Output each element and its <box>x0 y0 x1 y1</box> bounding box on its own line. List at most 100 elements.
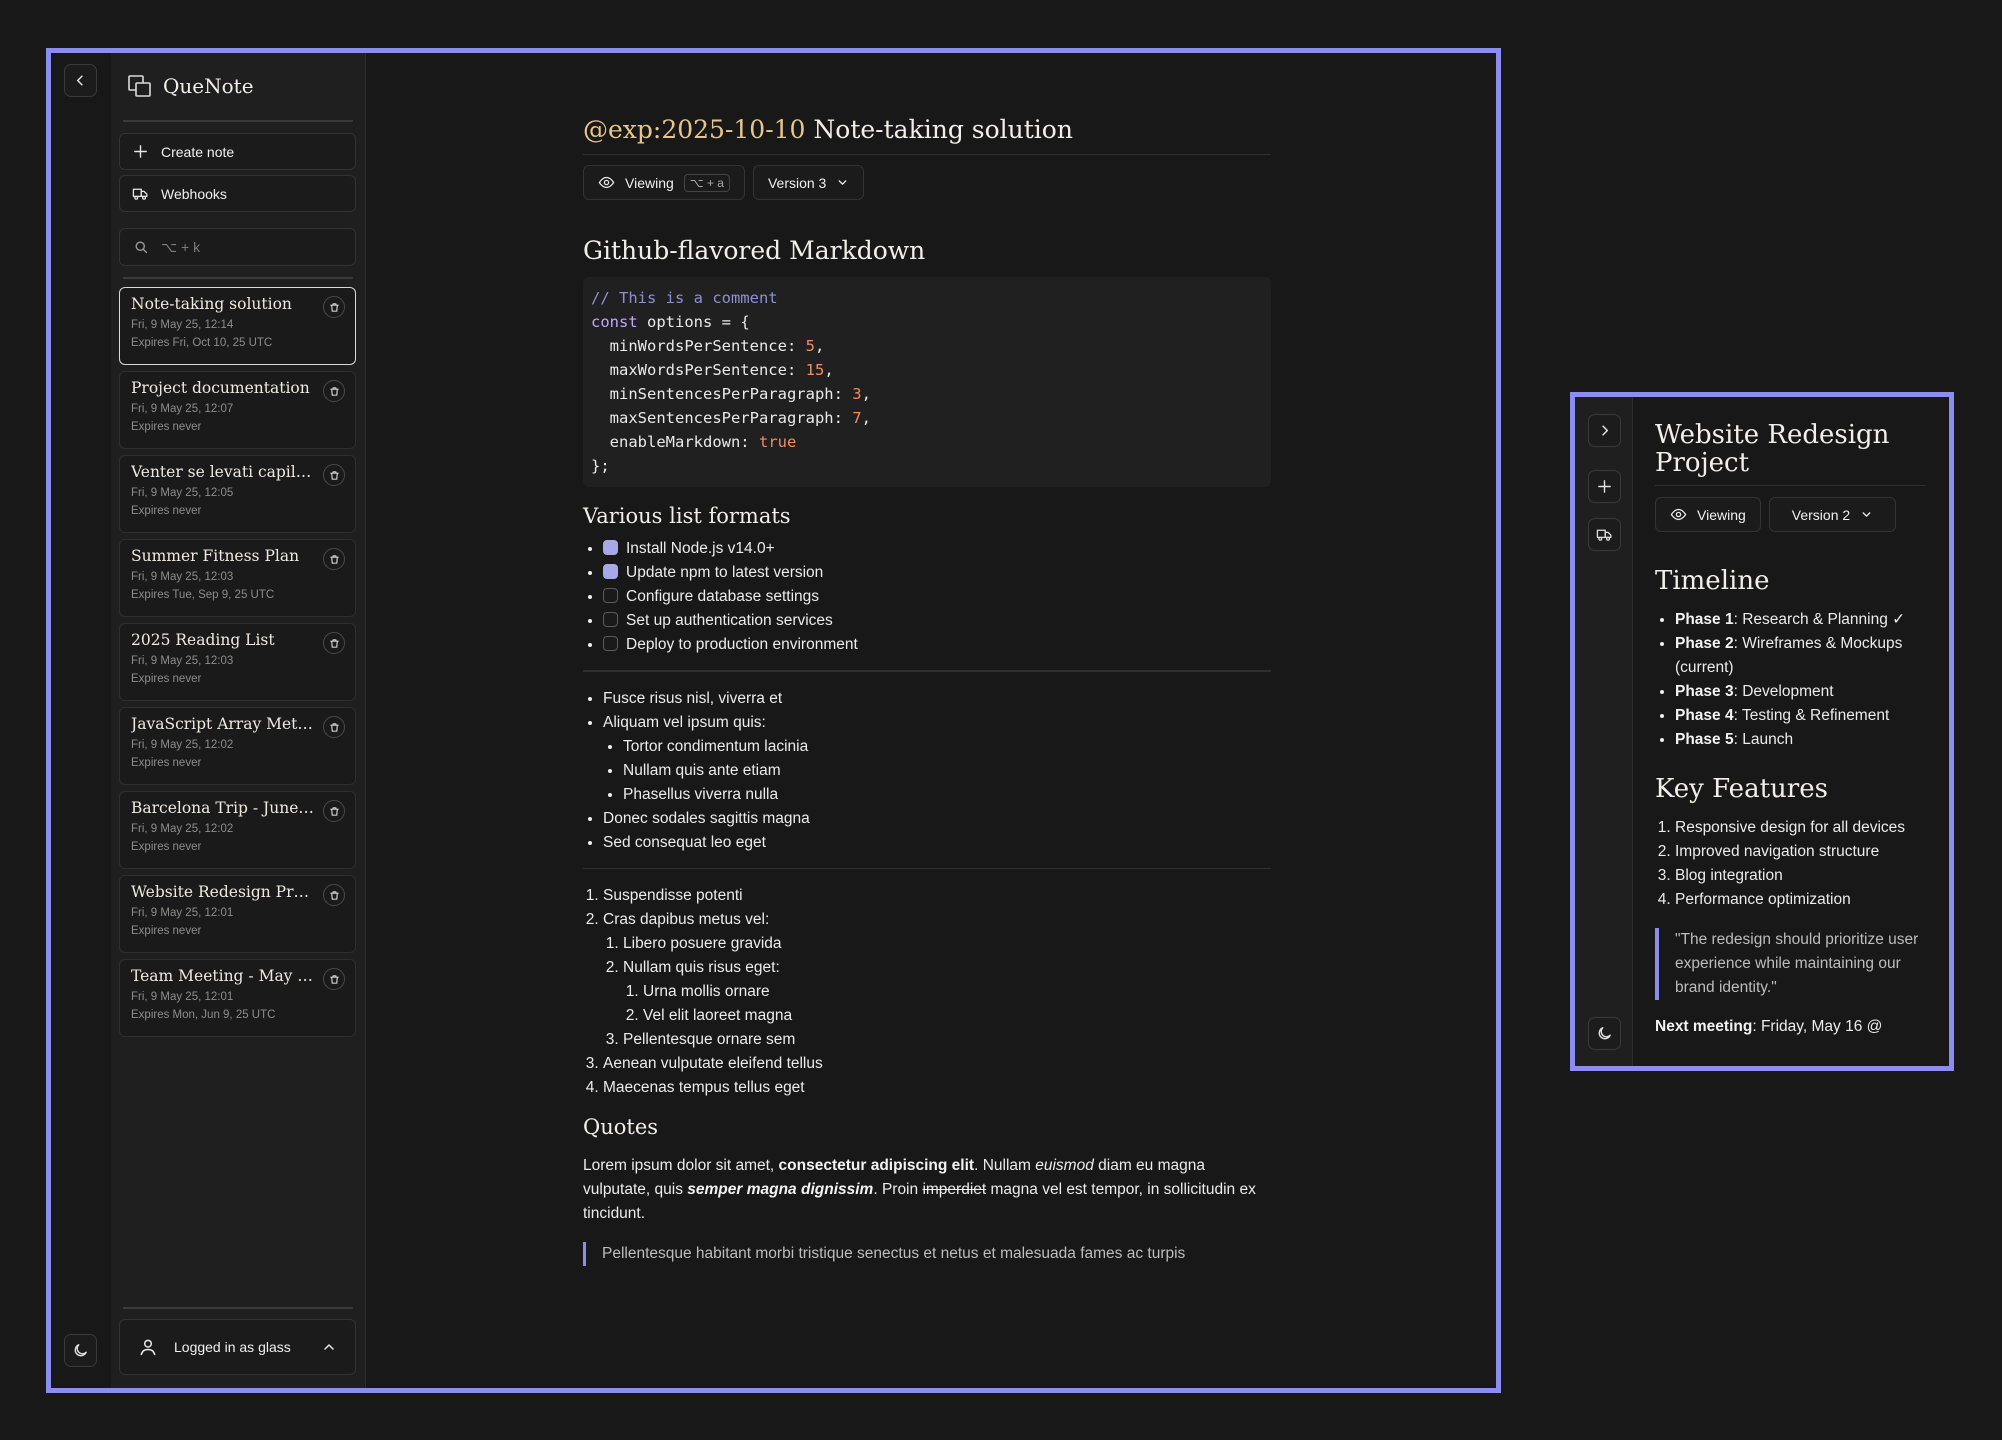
user-label: Logged in as glass <box>174 1339 291 1355</box>
delete-note-button[interactable] <box>323 464 345 486</box>
code-value: true <box>758 433 797 451</box>
todo-checkbox[interactable] <box>603 636 618 651</box>
delete-note-button[interactable] <box>323 296 345 318</box>
feature-item: Performance optimization <box>1675 888 1925 912</box>
expand-sidebar-button[interactable] <box>1588 414 1621 447</box>
webhooks-label: Webhooks <box>161 185 227 202</box>
bold-text: consectetur adipiscing elit <box>778 1157 975 1174</box>
todo-list: Install Node.js v14.0+ Update npm to late… <box>583 537 1271 657</box>
note-item-title: Summer Fitness Plan <box>131 547 300 565</box>
delete-note-button[interactable] <box>323 380 345 402</box>
note-list-item[interactable]: JavaScript Array Methods Fri, 9 May 25, 1… <box>119 707 356 785</box>
chevron-down-icon <box>1862 512 1871 517</box>
chevron-left-icon <box>76 75 83 86</box>
delete-note-button[interactable] <box>323 884 345 906</box>
note-toolbar: Viewing Version 2 <box>1655 497 1925 532</box>
note-list-item[interactable]: Website Redesign Project Fri, 9 May 25, 1… <box>119 875 356 953</box>
text: . Proin <box>873 1181 923 1198</box>
delete-note-button[interactable] <box>323 632 345 654</box>
list-item: Cras dapibus metus vel: Libero posuere g… <box>603 908 1271 1052</box>
moon-icon <box>74 1344 87 1357</box>
sidebar: QueNote Create note Webhooks ⌥ + k Note-… <box>111 53 366 1388</box>
trash-icon <box>329 722 339 732</box>
list-item: Phasellus viverra nulla <box>623 783 1271 807</box>
list-item: Urna mollis ornare <box>643 980 1271 1004</box>
todo-checkbox[interactable] <box>603 588 618 603</box>
phase-label: Phase 3 <box>1675 683 1734 700</box>
theme-toggle-button[interactable] <box>64 1334 97 1367</box>
note-item-expiry: Expires Tue, Sep 9, 25 UTC <box>131 589 275 601</box>
note-title: Website Redesign Project <box>1655 421 1925 486</box>
version-label: Version 2 <box>1791 506 1851 523</box>
viewing-label: Viewing <box>625 174 674 191</box>
viewing-toggle[interactable]: Viewing ⌥ + a <box>583 165 745 200</box>
search-field[interactable]: ⌥ + k <box>119 228 356 266</box>
version-select[interactable]: Version 2 <box>1768 497 1897 532</box>
note-list-item[interactable]: Venter se levati capillis ... Fri, 9 May … <box>119 455 356 533</box>
todo-checkbox[interactable] <box>603 612 618 627</box>
create-note-button[interactable]: Create note <box>119 133 356 170</box>
note-item-date: Fri, 9 May 25, 12:01 <box>131 907 234 919</box>
phase-text: : Development <box>1733 683 1834 700</box>
phase-text: : Research & Planning ✓ <box>1733 611 1906 628</box>
trash-icon <box>329 302 339 312</box>
secondary-rail <box>1575 397 1633 1066</box>
note-list-item[interactable]: Summer Fitness Plan Fri, 9 May 25, 12:03 E… <box>119 539 356 617</box>
delete-note-button[interactable] <box>323 548 345 570</box>
code-decl: options = { <box>637 313 750 331</box>
todo-item: Configure database settings <box>603 585 1271 609</box>
delete-note-button[interactable] <box>323 968 345 990</box>
create-note-button[interactable] <box>1588 470 1621 503</box>
todo-item: Set up authentication services <box>603 609 1271 633</box>
note-list-item[interactable]: Team Meeting - May 6, ... Fri, 9 May 25, … <box>119 959 356 1037</box>
note-title-text: Note-taking solution <box>805 115 1073 144</box>
user-menu-button[interactable]: Logged in as glass <box>119 1319 356 1375</box>
collapse-sidebar-button[interactable] <box>64 64 97 97</box>
note-list-item[interactable]: 2025 Reading List Fri, 9 May 25, 12:03 Exp… <box>119 623 356 701</box>
strikethrough-text: imperdiet <box>922 1181 987 1198</box>
note-item-date: Fri, 9 May 25, 12:05 <box>131 487 234 499</box>
main-window: QueNote Create note Webhooks ⌥ + k Note-… <box>46 48 1501 1393</box>
theme-toggle-button[interactable] <box>1588 1017 1621 1050</box>
code-key: minSentencesPerParagraph: <box>591 385 853 403</box>
todo-checkbox[interactable] <box>603 564 618 579</box>
feature-item: Improved navigation structure <box>1675 840 1925 864</box>
phase-text: : Launch <box>1733 731 1794 748</box>
eye-icon <box>598 176 615 189</box>
phase-label: Phase 1 <box>1675 611 1734 628</box>
eye-icon <box>1670 508 1687 521</box>
bold-italic-text: semper magna dignissim <box>687 1181 874 1198</box>
note-list-item[interactable]: Barcelona Trip - June 2... Fri, 9 May 25,… <box>119 791 356 869</box>
feature-item: Blog integration <box>1675 864 1925 888</box>
list-item: Aenean vulputate eleifend tellus <box>603 1052 1271 1076</box>
text: Lorem ipsum dolor sit amet, <box>583 1157 779 1174</box>
divider <box>123 277 353 279</box>
note-list-item[interactable]: Project documentation Fri, 9 May 25, 12:0… <box>119 371 356 449</box>
secondary-window: Website Redesign Project Viewing Version… <box>1570 392 1954 1071</box>
todo-text: Deploy to production environment <box>626 636 858 653</box>
list-item: Libero posuere gravida <box>623 932 1271 956</box>
divider <box>583 670 1271 672</box>
viewing-toggle[interactable]: Viewing <box>1655 497 1761 532</box>
heading-lists: Various list formats <box>583 504 791 528</box>
brand[interactable]: QueNote <box>127 73 254 99</box>
trash-icon <box>329 554 339 564</box>
code-value: 7 <box>852 409 862 427</box>
webhooks-button[interactable]: Webhooks <box>119 175 356 212</box>
blockquote: "The redesign should prioritize user exp… <box>1655 928 1925 1000</box>
ordered-list: Suspendisse potenti Cras dapibus metus v… <box>583 884 1271 1100</box>
list-item: Sed consequat leo eget <box>603 831 1271 855</box>
todo-checkbox[interactable] <box>603 540 618 555</box>
version-select[interactable]: Version 3 <box>752 165 865 200</box>
delete-note-button[interactable] <box>323 716 345 738</box>
list-item: Nullam quis ante etiam <box>623 759 1271 783</box>
note-item-date: Fri, 9 May 25, 12:07 <box>131 403 234 415</box>
todo-item: Update npm to latest version <box>603 561 1271 585</box>
note-list-item[interactable]: Note-taking solution Fri, 9 May 25, 12:14… <box>119 287 356 365</box>
list-item: Donec sodales sagittis magna <box>603 807 1271 831</box>
delete-note-button[interactable] <box>323 800 345 822</box>
chevron-down-icon <box>838 180 847 185</box>
divider <box>123 1307 353 1309</box>
heading-features: Key Features <box>1655 774 1828 804</box>
webhooks-button[interactable] <box>1588 518 1621 551</box>
